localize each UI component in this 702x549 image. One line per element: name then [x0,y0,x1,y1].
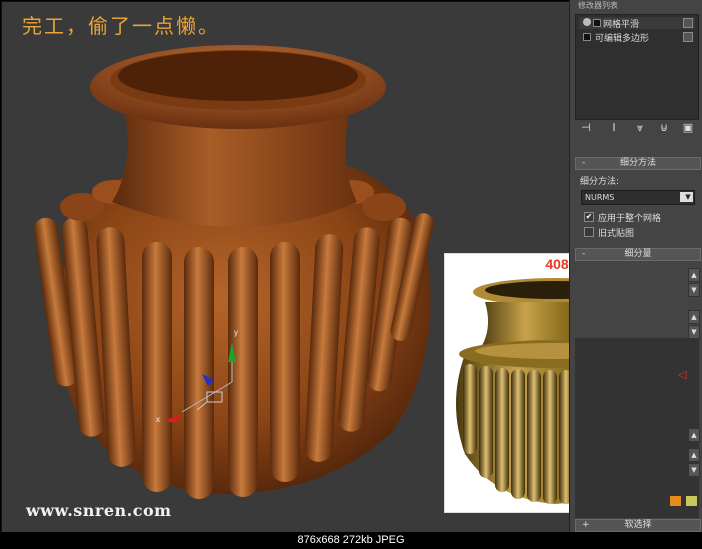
rollout-collapse-sign: - [582,158,586,168]
pin-stack-icon[interactable]: ⊣ [580,122,592,134]
image-info-status-bar: 876x668 272kb JPEG [0,532,702,549]
old-style-mapping-checkbox[interactable] [584,227,594,237]
modifier-list-title[interactable]: 修改器列表 [578,0,618,11]
subdivision-method-select[interactable]: NURMS ▼ [581,190,695,205]
local-control-area [575,338,699,518]
site-watermark: www.snren.com [26,501,172,520]
rollout-subdivision-amount[interactable]: - 细分量 [575,248,701,261]
show-end-result-icon[interactable]: Ⅰ [608,122,620,134]
yellow-color-swatch[interactable] [686,496,697,506]
old-style-mapping-label: 旧式贴图 [598,229,635,239]
expand-box-icon[interactable] [593,19,601,27]
rollout-subdivision-method[interactable]: - 细分方法 [575,157,701,170]
param-spinner-1[interactable]: ▲ [688,428,700,442]
gizmo-y-label: y [234,328,238,337]
method-label: 细分方法: [580,177,620,187]
light-bulb-icon[interactable] [583,18,591,26]
gizmo-x-label: x [156,415,160,424]
stack-item-label: 可编辑多边形 [595,34,650,44]
configure-modifier-sets-icon[interactable]: ▣ [682,122,694,134]
param-spinner-3[interactable]: ▼ [688,463,700,477]
chevron-down-icon[interactable]: ▼ [680,192,693,202]
render-iterations-spinner[interactable]: ▲ [688,310,700,324]
rollout-collapse-sign: + [582,520,590,530]
apply-whole-mesh-checkbox[interactable]: ✔ [584,212,594,222]
remove-modifier-icon[interactable]: ⊍ [658,122,670,134]
rollout-collapse-sign: - [582,249,586,259]
apply-whole-mesh-label: 应用于整个网格 [598,214,662,224]
viewport-caption: 完工，偷了一点懒。 [22,14,220,38]
rollout-title: 细分方法 [619,158,656,168]
smoothness-spinner[interactable]: ▼ [688,283,700,297]
expand-box-icon[interactable] [583,33,591,41]
arrow-icon: ◁ [678,368,687,381]
modifier-stack-toolbar: ⊣ Ⅰ ⩔ ⊍ ▣ [578,122,696,136]
image-viewer-frame: y x 完工，偷了一点懒。 www.snren.com 408 修改器列表 网格… [0,0,702,549]
stack-item-editable-poly[interactable]: 可编辑多边形 [579,31,695,44]
rollout-title: 软选择 [624,520,652,530]
modifier-stack[interactable]: 网格平滑 可编辑多边形 [575,14,699,120]
rollout-title: 细分量 [624,249,652,259]
stack-item-checkbox[interactable] [683,18,693,28]
command-panel-modify: 修改器列表 网格平滑 可编辑多边形 ⊣ Ⅰ ⩔ ⊍ ▣ - 细分方法 细分方法:… [569,0,702,532]
make-unique-icon[interactable]: ⩔ [634,122,646,134]
stack-item-checkbox[interactable] [683,32,693,42]
stack-item-label: 网格平滑 [603,20,640,30]
select-value: NURMS [585,193,615,202]
rollout-soft-selection[interactable]: + 软选择 [575,519,701,532]
param-spinner-2[interactable]: ▲ [688,448,700,462]
orange-color-swatch[interactable] [670,496,681,506]
render-smoothness-spinner[interactable]: ▼ [688,325,700,339]
iterations-spinner[interactable]: ▲ [688,268,700,282]
stack-item-meshsmooth[interactable]: 网格平滑 [579,17,695,30]
